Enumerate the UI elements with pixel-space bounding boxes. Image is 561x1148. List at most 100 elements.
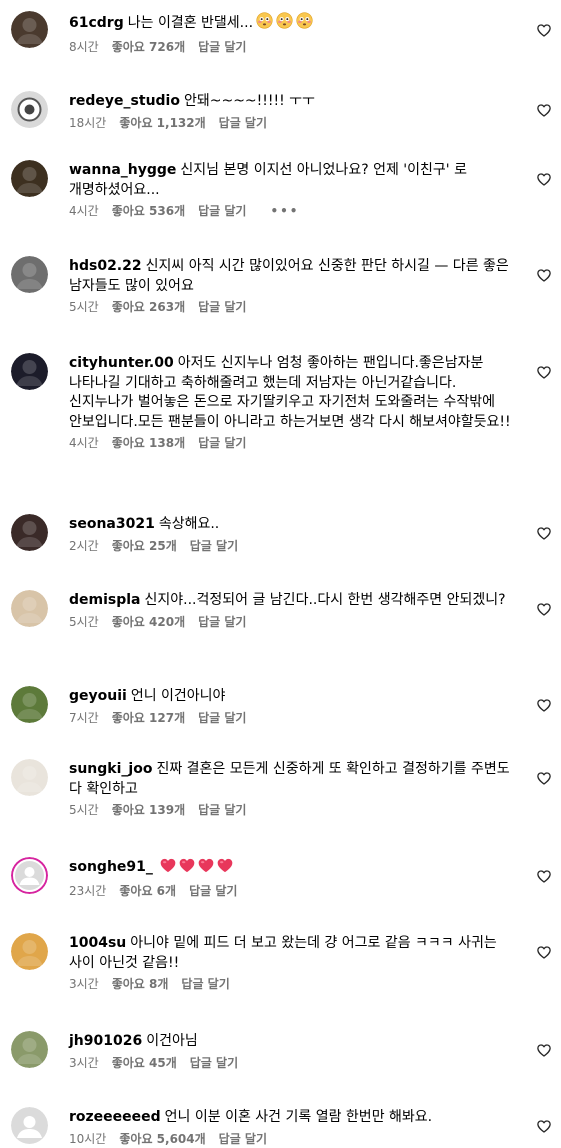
comment-username[interactable]: sungki_joo (69, 761, 152, 777)
comment-message: 속상해요.. (158, 516, 220, 532)
comment-username[interactable]: 1004su (69, 935, 126, 951)
flushed-face-emoji (256, 12, 273, 36)
red-heart-emoji (198, 858, 214, 880)
comment-time: 2시간 (69, 538, 99, 553)
avatar[interactable] (11, 590, 48, 627)
comment-likes-button[interactable]: 좋아요 45개 (112, 1055, 177, 1071)
reply-button[interactable]: 답글 달기 (198, 802, 246, 818)
comment-message: 언니 이건아니야 (130, 688, 226, 704)
comment-message: 이건아님 (146, 1033, 198, 1049)
reply-button[interactable]: 답글 달기 (198, 39, 246, 55)
comment-likes-button[interactable]: 좋아요 138개 (112, 435, 185, 451)
comment-meta: 4시간 좋아요 536개 답글 달기 ••• (69, 203, 519, 219)
comment-time: 23시간 (69, 883, 107, 898)
heart-outline-icon[interactable] (537, 364, 551, 379)
more-options-button[interactable]: ••• (270, 203, 299, 219)
heart-outline-icon[interactable] (537, 171, 551, 186)
avatar[interactable] (11, 353, 48, 390)
comment-likes-button[interactable]: 좋아요 726개 (112, 39, 185, 55)
heart-outline-icon[interactable] (537, 944, 551, 959)
heart-outline-icon[interactable] (537, 22, 551, 37)
comment-time: 10시간 (69, 1131, 107, 1146)
comment-likes-button[interactable]: 좋아요 8개 (112, 976, 169, 992)
comment-username[interactable]: seona3021 (69, 516, 155, 532)
heart-outline-icon[interactable] (537, 267, 551, 282)
reply-button[interactable]: 답글 달기 (189, 883, 237, 899)
comment-message: 언니 이분 이혼 사건 기록 열람 한번만 해봐요. (164, 1109, 433, 1125)
comment-likes-button[interactable]: 좋아요 420개 (112, 614, 185, 630)
comment-meta: 18시간 좋아요 1,132개 답글 달기 (69, 115, 519, 131)
heart-outline-icon[interactable] (537, 1118, 551, 1133)
comment-text: 1004su 아니야 밑에 피드 더 보고 왔는데 걍 어그로 같음 ㅋㅋㅋ 사귀… (69, 934, 519, 973)
avatar[interactable] (11, 256, 48, 293)
avatar[interactable] (11, 759, 48, 796)
comment-username[interactable]: cityhunter.00 (69, 355, 174, 371)
heart-outline-icon[interactable] (537, 770, 551, 785)
reply-button[interactable]: 답글 달기 (190, 1055, 238, 1071)
avatar[interactable] (11, 91, 48, 128)
comment-time: 4시간 (69, 436, 99, 450)
reply-button[interactable]: 답글 달기 (198, 614, 246, 630)
avatar[interactable] (11, 514, 48, 551)
heart-outline-icon[interactable] (537, 601, 551, 616)
comment-text: geyouii 언니 이건아니야 (69, 687, 519, 707)
comment-likes-button[interactable]: 좋아요 139개 (112, 802, 185, 818)
heart-outline-icon[interactable] (537, 868, 551, 883)
comment-time: 5시간 (69, 803, 99, 817)
heart-outline-icon[interactable] (537, 1042, 551, 1057)
comment-username[interactable]: songhe91_ (69, 859, 153, 875)
comment-username[interactable]: 61cdrg (69, 15, 124, 31)
comment-likes-button[interactable]: 좋아요 6개 (119, 883, 176, 899)
heart-outline-icon[interactable] (537, 102, 551, 117)
comment-meta: 5시간 좋아요 263개 답글 달기 (69, 299, 519, 315)
comment-username[interactable]: hds02.22 (69, 258, 142, 274)
comment-meta: 7시간 좋아요 127개 답글 달기 (69, 710, 519, 726)
comment-time: 18시간 (69, 115, 107, 130)
comment-time: 3시간 (69, 977, 99, 991)
reply-button[interactable]: 답글 달기 (219, 115, 267, 131)
reply-button[interactable]: 답글 달기 (198, 710, 246, 726)
comment-meta: 10시간 좋아요 5,604개 답글 달기 (69, 1131, 519, 1147)
comment-meta: 23시간 좋아요 6개 답글 달기 (69, 883, 519, 899)
comment-username[interactable]: redeye_studio (69, 93, 180, 109)
comment-meta: 8시간 좋아요 726개 답글 달기 (69, 39, 519, 55)
avatar[interactable] (11, 933, 48, 970)
comment-likes-button[interactable]: 좋아요 1,132개 (119, 115, 205, 131)
comment-text: sungki_joo 진짜 결혼은 모든게 신중하게 또 확인하고 결정하기를 주… (69, 760, 519, 799)
avatar[interactable] (11, 11, 48, 48)
comment-username[interactable]: wanna_hygge (69, 162, 176, 178)
comment-meta: 5시간 좋아요 420개 답글 달기 (69, 614, 519, 630)
flushed-face-emoji (296, 12, 313, 36)
reply-button[interactable]: 답글 달기 (219, 1131, 267, 1147)
comment-username[interactable]: rozeeeeeed (69, 1109, 161, 1125)
reply-button[interactable]: 답글 달기 (198, 299, 246, 315)
comment-likes-button[interactable]: 좋아요 536개 (112, 203, 185, 219)
comment-meta: 2시간 좋아요 25개 답글 달기 (69, 538, 519, 554)
reply-button[interactable]: 답글 달기 (198, 435, 246, 451)
reply-button[interactable]: 답글 달기 (181, 976, 229, 992)
avatar[interactable] (11, 686, 48, 723)
comment-likes-button[interactable]: 좋아요 25개 (112, 538, 177, 554)
flushed-face-emoji (276, 12, 293, 36)
heart-outline-icon[interactable] (537, 525, 551, 540)
comment-text: jh901026 이건아님 (69, 1032, 519, 1052)
comment-text: hds02.22 신지씨 아직 시간 많이있어요 신중한 판단 하시길 — 다른 … (69, 257, 519, 296)
comment-likes-button[interactable]: 좋아요 127개 (112, 710, 185, 726)
comment-message: 나는 이결혼 반댈세... (127, 15, 254, 31)
comment-username[interactable]: geyouii (69, 688, 127, 704)
avatar[interactable] (11, 160, 48, 197)
comment-text: songhe91_ (69, 858, 519, 880)
comment-likes-button[interactable]: 좋아요 5,604개 (119, 1131, 205, 1147)
heart-outline-icon[interactable] (537, 697, 551, 712)
avatar[interactable] (11, 1107, 48, 1144)
avatar[interactable] (11, 857, 48, 894)
reply-button[interactable]: 답글 달기 (190, 538, 238, 554)
comment-username[interactable]: demispla (69, 592, 141, 608)
comment-text: demispla 신지야...걱정되어 글 남긴다..다시 한번 생각해주면 안되… (69, 591, 519, 611)
reply-button[interactable]: 답글 달기 (198, 203, 246, 219)
comment-meta: 4시간 좋아요 138개 답글 달기 (69, 435, 519, 451)
comment-message: 아니야 밑에 피드 더 보고 왔는데 걍 어그로 같음 ㅋㅋㅋ 사귀는 사이 아… (69, 935, 497, 971)
comment-likes-button[interactable]: 좋아요 263개 (112, 299, 185, 315)
avatar[interactable] (11, 1031, 48, 1068)
comment-username[interactable]: jh901026 (69, 1033, 142, 1049)
